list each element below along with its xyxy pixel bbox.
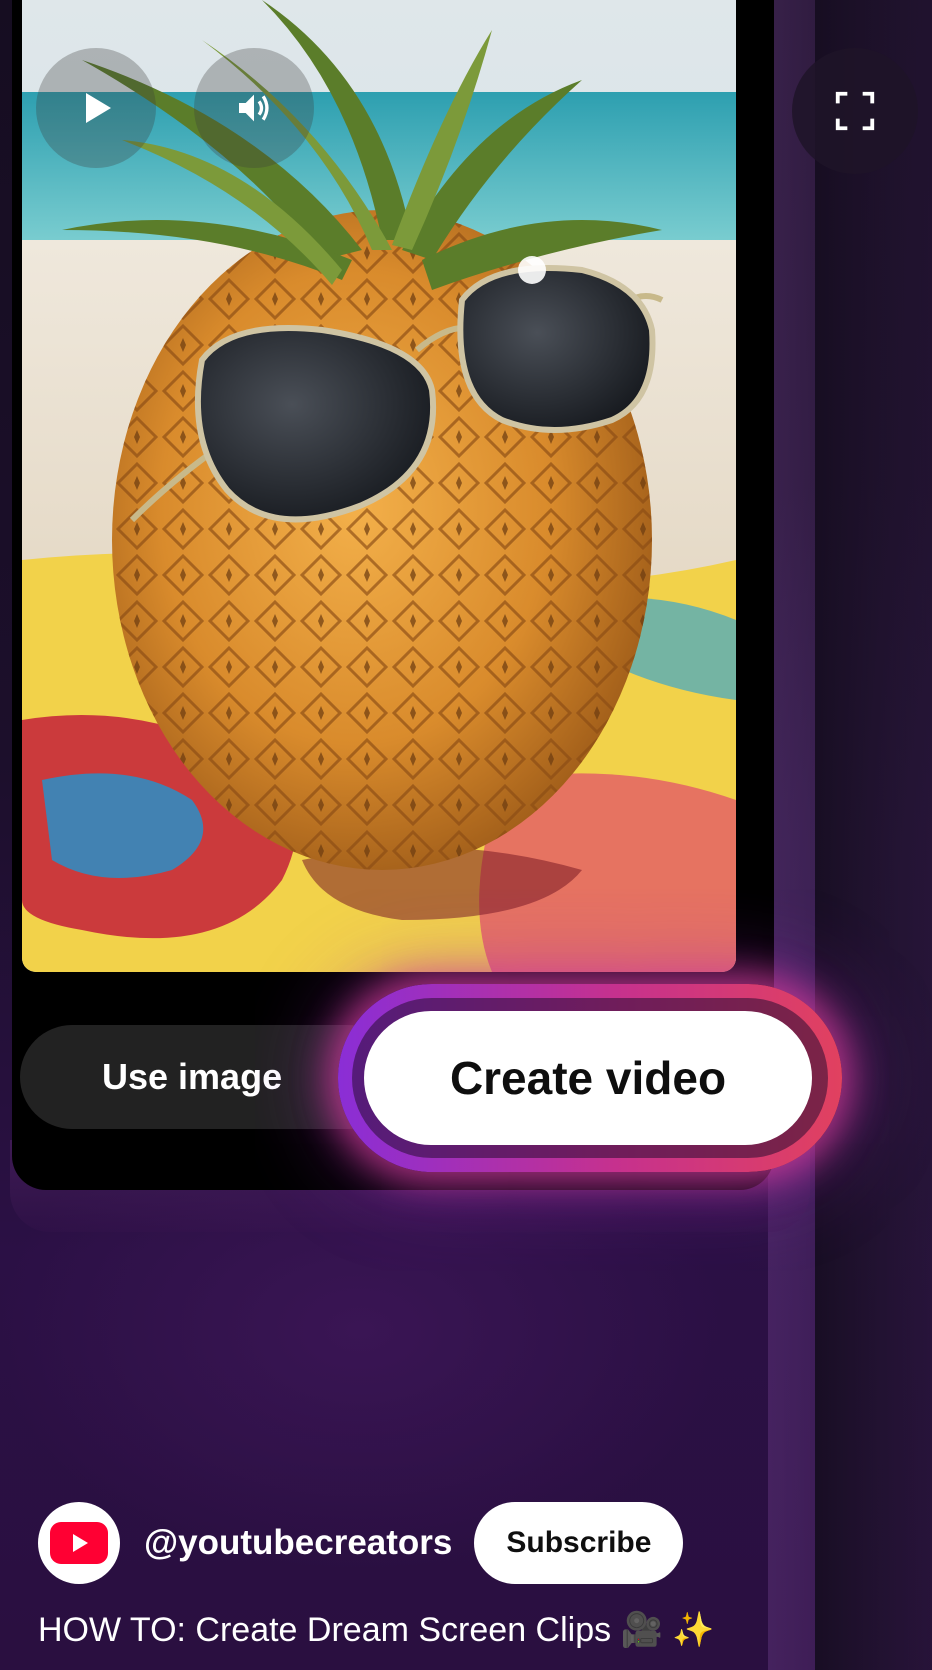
channel-handle[interactable]: @youtubecreators [144,1523,452,1563]
channel-avatar[interactable] [38,1502,120,1584]
video-title[interactable]: HOW TO: Create Dream Screen Clips 🎥 ✨ [38,1610,715,1650]
volume-button[interactable] [194,48,314,168]
play-icon [86,93,111,123]
volume-icon [239,94,269,122]
fullscreen-icon [835,91,875,131]
shorts-stage: Use image Create video @youtubecreators … [0,0,932,1670]
subscribe-button[interactable]: Subscribe [474,1502,684,1584]
play-button[interactable] [36,48,156,168]
create-video-button[interactable]: Create video [364,1011,812,1145]
channel-bar: @youtubecreators Subscribe [38,1500,684,1586]
youtube-logo-icon [50,1522,108,1564]
background-side-panel [815,0,932,1670]
fullscreen-button[interactable] [792,48,918,174]
